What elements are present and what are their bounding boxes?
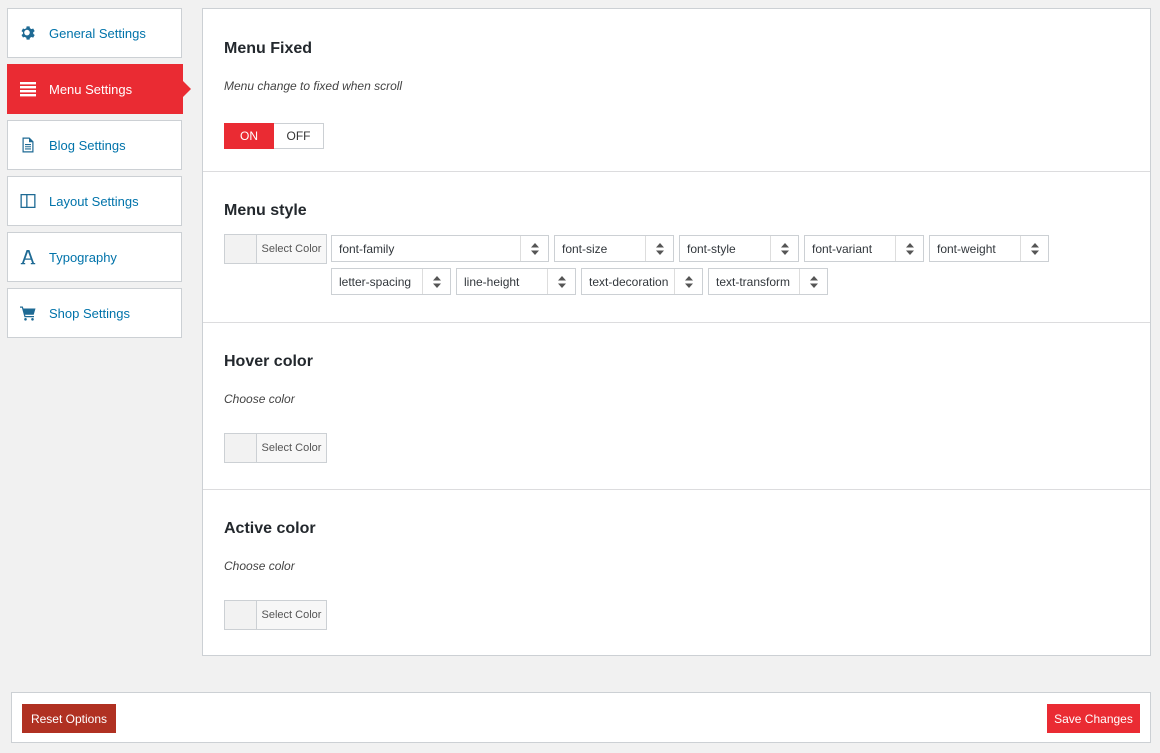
- hover-color-description: Choose color: [224, 392, 295, 406]
- sidebar-item-layout-settings[interactable]: Layout Settings: [7, 176, 182, 226]
- line-height-select[interactable]: line-height: [456, 268, 576, 295]
- letter-spacing-select[interactable]: letter-spacing: [331, 268, 451, 295]
- select-value: line-height: [464, 274, 520, 289]
- color-swatch[interactable]: [225, 235, 257, 263]
- menu-fixed-section: Menu Fixed Menu change to fixed when scr…: [203, 9, 1150, 172]
- toggle-on-button[interactable]: ON: [224, 123, 274, 149]
- font-family-select[interactable]: font-family: [331, 235, 549, 262]
- select-value: font-variant: [812, 241, 873, 256]
- active-color-picker[interactable]: Select Color: [224, 600, 327, 630]
- select-value: text-transform: [716, 274, 791, 289]
- layout-columns-icon: [19, 192, 37, 210]
- menu-style-section: Menu style Select Color font-family font…: [203, 172, 1150, 323]
- hover-color-picker[interactable]: Select Color: [224, 433, 327, 463]
- color-swatch[interactable]: [225, 434, 257, 462]
- select-value: font-family: [339, 241, 395, 256]
- reset-options-button[interactable]: Reset Options: [22, 704, 116, 733]
- select-color-label: Select Color: [261, 609, 322, 621]
- select-color-label: Select Color: [261, 442, 322, 454]
- text-decoration-select[interactable]: text-decoration: [581, 268, 703, 295]
- updown-arrows-icon: [674, 269, 702, 294]
- toggle-off-button[interactable]: OFF: [274, 123, 324, 149]
- hover-color-title: Hover color: [224, 353, 313, 370]
- updown-arrows-icon: [770, 236, 798, 261]
- gear-icon: [19, 24, 37, 42]
- sidebar-item-label: Shop Settings: [49, 305, 130, 321]
- select-value: letter-spacing: [339, 274, 412, 289]
- sidebar-item-label: Typography: [49, 249, 117, 265]
- updown-arrows-icon: [895, 236, 923, 261]
- menu-style-title: Menu style: [224, 202, 307, 219]
- select-value: font-weight: [937, 241, 996, 256]
- menu-fixed-description: Menu change to fixed when scroll: [224, 79, 403, 93]
- active-color-title: Active color: [224, 520, 316, 537]
- settings-panel: Menu Fixed Menu change to fixed when scr…: [202, 8, 1151, 656]
- select-value: text-decoration: [589, 274, 669, 289]
- sidebar-item-label: Menu Settings: [49, 81, 133, 97]
- hover-color-section: Hover color Choose color Select Color: [203, 323, 1150, 490]
- select-value: font-style: [687, 241, 736, 256]
- menu-style-color-picker[interactable]: Select Color: [224, 234, 327, 264]
- menu-fixed-title: Menu Fixed: [224, 40, 313, 57]
- color-swatch[interactable]: [225, 601, 257, 629]
- updown-arrows-icon: [422, 269, 450, 294]
- font-size-select[interactable]: font-size: [554, 235, 674, 262]
- sidebar-item-shop-settings[interactable]: Shop Settings: [7, 288, 182, 338]
- options-footer: Reset Options Save Changes: [11, 692, 1151, 743]
- sidebar-item-typography[interactable]: Typography: [7, 232, 182, 282]
- menu-lines-icon: [19, 80, 37, 98]
- updown-arrows-icon: [1020, 236, 1048, 261]
- updown-arrows-icon: [520, 236, 548, 261]
- updown-arrows-icon: [645, 236, 673, 261]
- active-color-section: Active color Choose color Select Color: [203, 490, 1150, 656]
- font-weight-select[interactable]: font-weight: [929, 235, 1049, 262]
- save-changes-button[interactable]: Save Changes: [1047, 704, 1140, 733]
- select-value: font-size: [562, 241, 608, 256]
- sidebar-item-general-settings[interactable]: General Settings: [7, 8, 182, 58]
- sidebar-item-label: Blog Settings: [49, 137, 126, 153]
- text-transform-select[interactable]: text-transform: [708, 268, 828, 295]
- updown-arrows-icon: [799, 269, 827, 294]
- sidebar-item-label: General Settings: [49, 25, 146, 41]
- sidebar-item-menu-settings[interactable]: Menu Settings: [7, 64, 191, 114]
- updown-arrows-icon: [547, 269, 575, 294]
- font-variant-select[interactable]: font-variant: [804, 235, 924, 262]
- sidebar-item-label: Layout Settings: [49, 193, 139, 209]
- cart-icon: [19, 304, 37, 322]
- select-color-label: Select Color: [261, 243, 322, 255]
- sidebar-item-blog-settings[interactable]: Blog Settings: [7, 120, 182, 170]
- settings-sidebar: General Settings Menu Settings Blog Sett…: [7, 8, 191, 344]
- menu-fixed-toggle: ON OFF: [224, 123, 324, 149]
- letter-a-icon: [19, 248, 37, 266]
- font-style-select[interactable]: font-style: [679, 235, 799, 262]
- document-icon: [19, 136, 37, 154]
- active-color-description: Choose color: [224, 559, 295, 573]
